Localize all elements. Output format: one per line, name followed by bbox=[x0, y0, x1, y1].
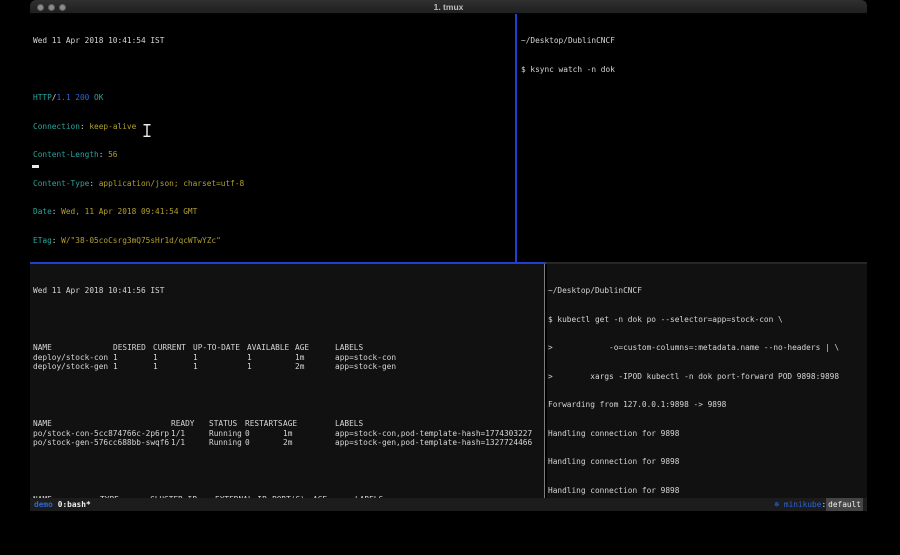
col-header: UP-TO-DATE bbox=[193, 343, 247, 353]
cell: 2m bbox=[295, 362, 335, 372]
col-header: LABELS bbox=[335, 419, 544, 429]
command-line: > xargs -IPOD kubectl -n dok port-forwar… bbox=[548, 372, 867, 382]
cell: 1m bbox=[295, 353, 335, 363]
terminal-cursor bbox=[32, 165, 39, 168]
tmux-window-tab[interactable]: 0:bash* bbox=[58, 498, 91, 511]
col-header: STATUS bbox=[209, 419, 245, 429]
pane-ksync[interactable]: ~/Desktop/DublinCNCF $ ksync watch -n do… bbox=[520, 14, 867, 262]
cell: deploy/stock-gen bbox=[33, 362, 113, 372]
cell: 1 bbox=[247, 353, 295, 363]
cell: Running bbox=[209, 438, 245, 448]
http-version-code: 1.1 200 bbox=[56, 93, 89, 102]
pane-port-forward[interactable]: ~/Desktop/DublinCNCF $ kubectl get -n do… bbox=[547, 264, 867, 498]
cell: 1 bbox=[247, 362, 295, 372]
col-header: READY bbox=[171, 419, 209, 429]
col-header: AVAILABLE bbox=[247, 343, 295, 353]
deployments-table: NAMEDESIREDCURRENTUP-TO-DATEAVAILABLEAGE… bbox=[33, 343, 544, 372]
handling-line: Handling connection for 9898 bbox=[548, 429, 867, 439]
pods-table: NAMEREADYSTATUSRESTARTSAGELABELS po/stoc… bbox=[33, 419, 544, 448]
cell: 1 bbox=[153, 362, 193, 372]
command-line: $ kubectl get -n dok po --selector=app=s… bbox=[548, 315, 867, 325]
handling-line: Handling connection for 9898 bbox=[548, 457, 867, 467]
cell: deploy/stock-con bbox=[33, 353, 113, 363]
window-titlebar[interactable]: 1. tmux bbox=[30, 0, 867, 14]
http-header: Connection: keep-alive bbox=[33, 122, 515, 132]
cell: Running bbox=[209, 429, 245, 439]
cell: 0 bbox=[245, 429, 283, 439]
http-proto: HTTP bbox=[33, 93, 52, 102]
cwd: ~/Desktop/DublinCNCF bbox=[521, 36, 867, 46]
cell: app=stock-con,pod-template-hash=17743032… bbox=[335, 429, 544, 439]
http-header: Content-Length: 56 bbox=[33, 150, 515, 160]
cell: 0 bbox=[245, 438, 283, 448]
pane-http-response[interactable]: Wed 11 Apr 2018 10:41:54 IST HTTP/1.1 20… bbox=[30, 14, 515, 262]
col-header: DESIRED bbox=[113, 343, 153, 353]
minimize-button[interactable] bbox=[48, 4, 55, 11]
forwarding-line: Forwarding from 127.0.0.1:9898 -> 9898 bbox=[548, 400, 867, 410]
mouse-cursor-ibeam bbox=[143, 124, 151, 137]
col-header: LABELS bbox=[335, 343, 544, 353]
cell: 1 bbox=[193, 353, 247, 363]
col-header: AGE bbox=[295, 343, 335, 353]
handling-line: Handling connection for 9898 bbox=[548, 486, 867, 496]
maximize-button[interactable] bbox=[59, 4, 66, 11]
command: $ ksync watch -n dok bbox=[521, 65, 867, 75]
http-reason: OK bbox=[94, 93, 103, 102]
cell: 1 bbox=[193, 362, 247, 372]
pane-kubectl-resources[interactable]: Wed 11 Apr 2018 10:41:56 IST NAMEDESIRED… bbox=[30, 264, 544, 498]
traffic-lights bbox=[37, 4, 66, 11]
col-header: RESTARTS bbox=[245, 419, 283, 429]
http-header: Content-Type: application/json; charset=… bbox=[33, 179, 515, 189]
col-header: NAME bbox=[33, 343, 113, 353]
cell: 1m bbox=[283, 429, 335, 439]
http-status-line: HTTP/1.1 200 OK bbox=[33, 93, 515, 103]
cell: po/stock-gen-576cc688bb-swqf6 bbox=[33, 438, 171, 448]
col-header: NAME bbox=[33, 419, 171, 429]
command-line: > -o=custom-columns=:metadata.name --no-… bbox=[548, 343, 867, 353]
col-header: AGE bbox=[283, 419, 335, 429]
timestamp: Wed 11 Apr 2018 10:41:56 IST bbox=[33, 286, 544, 296]
cell: 1/1 bbox=[171, 438, 209, 448]
cell: 1 bbox=[153, 353, 193, 363]
kube-context: minikube bbox=[779, 498, 821, 511]
close-button[interactable] bbox=[37, 4, 44, 11]
cell: 1 bbox=[113, 362, 153, 372]
col-header: CURRENT bbox=[153, 343, 193, 353]
http-header: ETag: W/"38-05coCsrg3mQ75sHr1d/qcWTwYZc" bbox=[33, 236, 515, 246]
cell: app=stock-gen,pod-template-hash=13277244… bbox=[335, 438, 544, 448]
pane-border-vertical[interactable] bbox=[544, 264, 545, 498]
cell: app=stock-con bbox=[335, 353, 544, 363]
desktop-background: 1. tmux Wed 11 Apr 2018 10:41:54 IST HTT… bbox=[0, 0, 900, 555]
http-header: Date: Wed, 11 Apr 2018 09:41:54 GMT bbox=[33, 207, 515, 217]
cell: po/stock-con-5cc874766c-2p6rp bbox=[33, 429, 171, 439]
pane-border-active-vertical[interactable] bbox=[515, 14, 517, 262]
terminal-window: 1. tmux Wed 11 Apr 2018 10:41:54 IST HTT… bbox=[30, 0, 867, 511]
tmux-status-bar: demo0:bash* ☸ minikube:default bbox=[30, 498, 867, 511]
cell: 2m bbox=[283, 438, 335, 448]
cell: 1 bbox=[113, 353, 153, 363]
cell: 1/1 bbox=[171, 429, 209, 439]
tmux-session-name: demo bbox=[34, 498, 53, 511]
cwd: ~/Desktop/DublinCNCF bbox=[548, 286, 867, 296]
cell: app=stock-gen bbox=[335, 362, 544, 372]
window-title: 1. tmux bbox=[30, 0, 867, 14]
kube-namespace: default bbox=[826, 498, 863, 511]
timestamp: Wed 11 Apr 2018 10:41:54 IST bbox=[33, 36, 515, 46]
